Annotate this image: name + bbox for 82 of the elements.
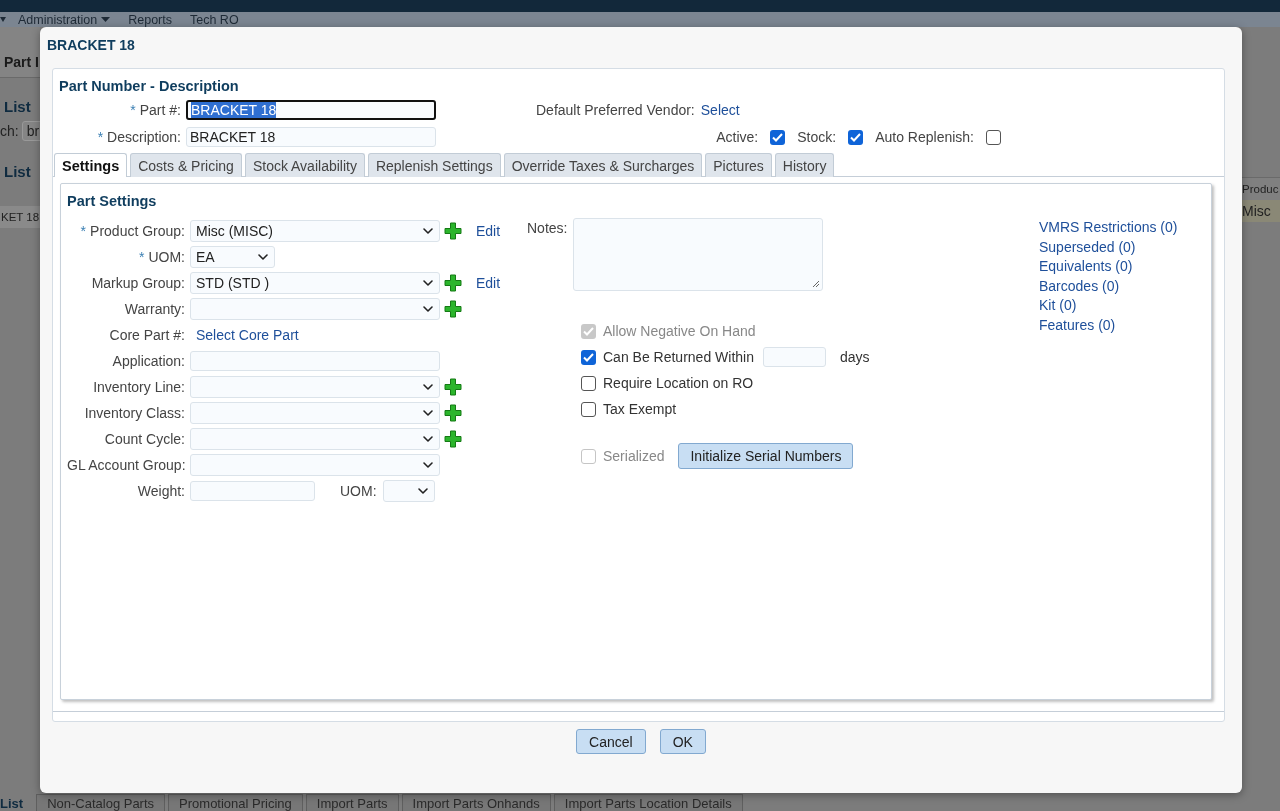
checkbox[interactable] (581, 401, 596, 417)
section-heading: List (3, 98, 32, 115)
input-field[interactable] (190, 351, 440, 371)
plus-icon[interactable] (444, 222, 462, 240)
nav-item[interactable]: Administration (18, 12, 111, 27)
edit-link[interactable]: Edit (476, 223, 501, 239)
field-label: Stock: (797, 129, 837, 145)
cancel-button[interactable]: Cancel (576, 729, 646, 754)
dropdown[interactable]: EA (190, 246, 275, 268)
table-cell: Misc (1240, 200, 1280, 222)
search-field[interactable]: br (21, 121, 40, 141)
checkbox[interactable] (770, 129, 786, 145)
section-heading: List (3, 163, 32, 180)
description-field[interactable]: BRACKET 18 (186, 127, 436, 148)
field-label: Application: (111, 353, 185, 369)
days-label: days (839, 349, 870, 365)
tab[interactable]: Replenish Settings (367, 153, 501, 177)
field-label: Warranty: (123, 301, 185, 317)
resize-handle-icon[interactable] (812, 280, 821, 288)
nav-item[interactable]: Tech RO (190, 12, 239, 27)
tab[interactable]: Stock Availability (244, 153, 365, 177)
tab[interactable]: Costs & Pricing (130, 153, 242, 177)
plus-icon[interactable] (444, 274, 462, 292)
tab[interactable]: Settings (54, 153, 128, 177)
select-core-part-link[interactable]: Select Core Part (196, 327, 299, 343)
field-label: Core Part #: (108, 327, 185, 343)
select-link[interactable]: Select (700, 102, 740, 118)
dropdown[interactable]: Misc (MISC) (190, 220, 440, 242)
related-link[interactable]: Features (0) (1039, 315, 1178, 336)
caret-icon (0, 17, 6, 22)
field-label: Auto Replenish: (875, 129, 974, 145)
field-label: Notes: (527, 219, 568, 238)
checkbox-label: Can Be Returned Within (603, 349, 754, 365)
related-link[interactable]: VMRS Restrictions (0) (1039, 218, 1178, 238)
checkbox-label: Tax Exempt (603, 401, 677, 417)
field-label: Count Cycle: (103, 431, 185, 447)
field-label: * Product Group: (79, 223, 185, 239)
related-link[interactable]: Superseded (0) (1039, 237, 1178, 258)
dropdown[interactable] (382, 480, 435, 502)
tab[interactable]: Override Taxes & Surcharges (503, 153, 703, 177)
column-header: Produc (1240, 177, 1280, 200)
related-link[interactable]: Equivalents (0) (1039, 257, 1178, 277)
edit-link[interactable]: Edit (476, 275, 501, 291)
table-cell: KET 18 (0, 206, 40, 228)
nav-item[interactable]: Reports (128, 12, 172, 27)
plus-icon[interactable] (444, 300, 462, 318)
input-field[interactable] (190, 481, 315, 501)
related-link[interactable]: Kit (0) (1039, 296, 1178, 316)
field-label: UOM: (340, 483, 377, 499)
checkbox-label: Serialized (603, 448, 665, 464)
checkbox[interactable] (581, 349, 596, 365)
checkbox[interactable] (581, 375, 596, 391)
plus-icon[interactable] (444, 404, 462, 422)
plus-icon[interactable] (444, 430, 462, 448)
section-heading: Part Settings (67, 193, 158, 211)
checkbox-label: Allow Negative On Hand (603, 323, 756, 339)
plus-icon[interactable] (444, 378, 462, 396)
related-link[interactable]: Barcodes (0) (1039, 276, 1178, 297)
field-label: Default Preferred Vendor: (536, 102, 695, 118)
input-field[interactable] (762, 347, 826, 367)
field-label: Inventory Line: (92, 379, 185, 395)
field-label: * UOM: (138, 249, 185, 265)
ok-button[interactable]: OK (659, 729, 706, 754)
field-label: * Description: (96, 129, 181, 146)
field-label: Active: (716, 129, 759, 145)
notes-field[interactable] (573, 218, 824, 291)
checkbox[interactable] (848, 129, 864, 145)
dropdown[interactable]: STD (STD ) (190, 272, 440, 294)
field-label: Markup Group: (90, 275, 185, 291)
checkbox[interactable] (986, 129, 1001, 145)
field-label: GL Account Group: (67, 457, 185, 473)
page-title: Part I (0, 27, 40, 78)
field-label: * Part #: (129, 101, 181, 118)
search-label: ch: (0, 123, 19, 139)
part-number-field[interactable]: BRACKET 18 (186, 99, 436, 120)
dialog-title: BRACKET 18 (46, 35, 135, 55)
section-heading: Part Number - Description (58, 77, 240, 94)
field-label: Inventory Class: (83, 405, 185, 421)
tab[interactable]: History (774, 153, 835, 177)
tab[interactable]: Pictures (705, 153, 772, 177)
field-label: Weight: (136, 483, 185, 499)
checkbox-label: Require Location on RO (603, 375, 754, 391)
